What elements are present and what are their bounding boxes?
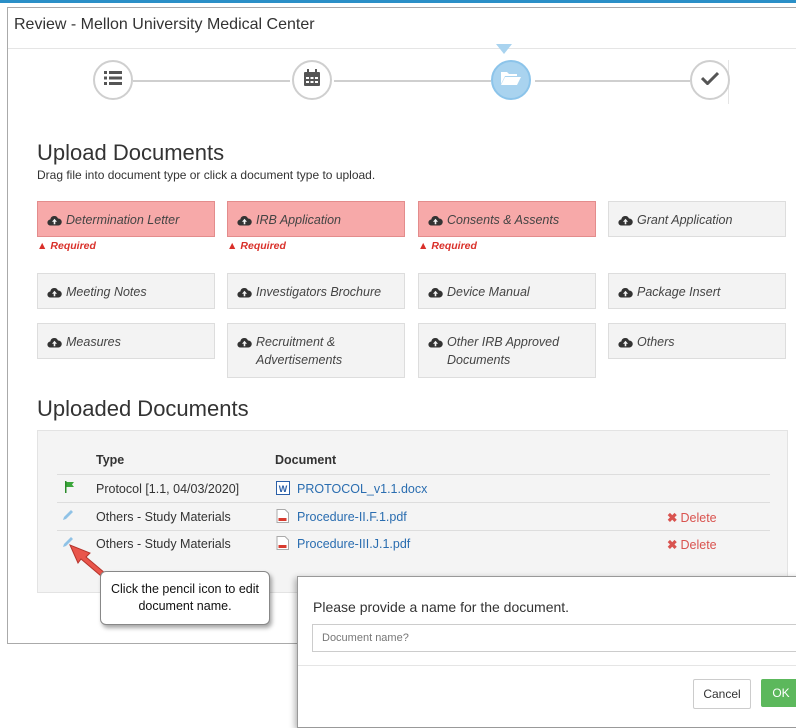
close-icon: ✖ <box>667 511 678 525</box>
required-label: ▲ Required <box>227 240 286 252</box>
document-link[interactable]: Procedure-III.J.1.pdf <box>297 537 410 551</box>
pencil-callout: Click the pencil icon to edit document n… <box>100 571 270 625</box>
doc-type-label: Other IRB Approved Documents <box>447 335 560 367</box>
doc-type-label: Grant Application <box>637 213 733 227</box>
doc-type-investigators-brochure[interactable]: Investigators Brochure <box>227 273 405 309</box>
doc-type-meeting-notes[interactable]: Meeting Notes <box>37 273 215 309</box>
list-icon <box>104 70 122 91</box>
cloud-upload-icon <box>428 335 443 353</box>
cloud-upload-icon <box>618 335 633 353</box>
cloud-upload-icon <box>47 285 62 303</box>
row-type: Protocol [1.1, 04/03/2020] <box>96 482 240 496</box>
flag-icon <box>65 481 75 496</box>
step-review[interactable] <box>690 60 730 100</box>
cloud-upload-icon <box>237 285 252 303</box>
accent-top-border <box>0 0 796 3</box>
warning-icon: ▲ <box>418 240 429 252</box>
calendar-icon <box>303 68 321 92</box>
row-divider <box>57 474 770 475</box>
doc-type-label: Meeting Notes <box>66 285 147 299</box>
doc-type-measures[interactable]: Measures <box>37 323 215 359</box>
cloud-upload-icon <box>47 213 62 231</box>
warning-icon: ▲ <box>227 240 238 252</box>
document-link[interactable]: Procedure-II.F.1.pdf <box>297 510 407 524</box>
doc-type-device-manual[interactable]: Device Manual <box>418 273 596 309</box>
step-details[interactable] <box>93 60 133 100</box>
active-step-pointer <box>496 44 512 54</box>
cloud-upload-icon <box>618 285 633 303</box>
doc-type-grant-application[interactable]: Grant Application <box>608 201 786 237</box>
row-type: Others - Study Materials <box>96 510 231 524</box>
cloud-upload-icon <box>618 213 633 231</box>
ok-button[interactable]: OK <box>761 679 796 707</box>
word-doc-icon: W <box>276 481 290 498</box>
checkmark-icon <box>700 71 720 90</box>
delete-button[interactable]: ✖ Delete <box>667 510 717 525</box>
doc-type-label: Consents & Assents <box>447 213 560 227</box>
doc-type-label: Package Insert <box>637 285 721 299</box>
doc-type-package-insert[interactable]: Package Insert <box>608 273 786 309</box>
cloud-upload-icon <box>428 285 443 303</box>
doc-type-label: Device Manual <box>447 285 530 299</box>
doc-type-determination-letter[interactable]: Determination Letter <box>37 201 215 237</box>
pdf-icon <box>276 509 289 526</box>
document-name-input[interactable] <box>312 624 796 652</box>
cancel-button[interactable]: Cancel <box>693 679 751 709</box>
doc-type-label: IRB Application <box>256 213 341 227</box>
warning-icon: ▲ <box>37 240 48 252</box>
document-link[interactable]: PROTOCOL_v1.1.docx <box>297 482 427 496</box>
title-divider <box>8 48 796 49</box>
doc-type-label: Measures <box>66 335 121 349</box>
doc-type-consents-assents[interactable]: Consents & Assents <box>418 201 596 237</box>
doc-type-others[interactable]: Others <box>608 323 786 359</box>
stepper-connector <box>535 80 690 82</box>
column-header-document: Document <box>275 453 337 467</box>
name-document-dialog: Please provide a name for the document. … <box>297 576 796 728</box>
doc-type-label: Determination Letter <box>66 213 180 227</box>
doc-type-label: Recruitment & Advertisements <box>256 335 343 367</box>
cloud-upload-icon <box>47 335 62 353</box>
doc-type-other-irb-approved-documents[interactable]: Other IRB Approved Documents <box>418 323 596 378</box>
required-label: ▲ Required <box>37 240 96 252</box>
dialog-divider <box>298 665 796 666</box>
step-schedule[interactable] <box>292 60 332 100</box>
uploaded-heading: Uploaded Documents <box>37 396 249 421</box>
required-label: ▲ Required <box>418 240 477 252</box>
step-documents[interactable] <box>491 60 531 100</box>
pencil-icon[interactable] <box>61 508 75 525</box>
pdf-icon <box>276 536 289 553</box>
row-divider <box>57 530 770 531</box>
delete-button[interactable]: ✖ Delete <box>667 537 717 552</box>
cloud-upload-icon <box>428 213 443 231</box>
doc-type-label: Others <box>637 335 675 349</box>
doc-type-recruitment-advertisements[interactable]: Recruitment & Advertisements <box>227 323 405 378</box>
cloud-upload-icon <box>237 335 252 353</box>
close-icon: ✖ <box>667 538 678 552</box>
window-title: Review - Mellon University Medical Cente… <box>14 16 315 33</box>
folder-open-icon <box>500 70 522 91</box>
upload-heading: Upload Documents <box>37 140 225 165</box>
cloud-upload-icon <box>237 213 252 231</box>
svg-text:W: W <box>279 484 288 494</box>
stepper-connector <box>334 80 491 82</box>
upload-hint: Drag file into document type or click a … <box>37 168 376 182</box>
row-divider <box>57 502 770 503</box>
doc-type-label: Investigators Brochure <box>256 285 382 299</box>
stepper-connector <box>133 80 290 82</box>
column-header-type: Type <box>96 453 125 467</box>
doc-type-irb-application[interactable]: IRB Application <box>227 201 405 237</box>
dialog-title: Please provide a name for the document. <box>313 599 570 615</box>
